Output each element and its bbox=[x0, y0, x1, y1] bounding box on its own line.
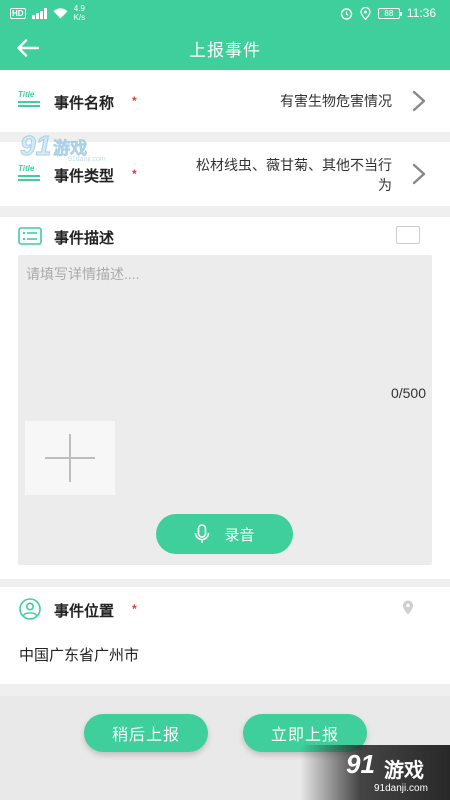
keyboard-icon[interactable] bbox=[396, 226, 420, 244]
signal-icon bbox=[31, 7, 47, 19]
location-status-icon bbox=[360, 6, 371, 20]
title-icon-text: Title bbox=[18, 90, 35, 99]
record-label: 录音 bbox=[224, 526, 255, 544]
watermark-url: 91danji.com bbox=[68, 156, 106, 163]
status-left: HD 4.9 K/s bbox=[10, 4, 85, 22]
description-card: 事件描述 0/500 录音 bbox=[0, 217, 450, 579]
watermark-name: 游戏 bbox=[384, 760, 424, 782]
watermark-number: 91 bbox=[346, 749, 375, 779]
back-arrow-icon bbox=[17, 39, 39, 57]
event-type-label: 事件类型 bbox=[54, 168, 115, 185]
event-name-value: 有害生物危害情况 bbox=[280, 93, 392, 109]
title-icon-text: Title bbox=[18, 164, 35, 173]
page-title: 上报事件 bbox=[189, 40, 261, 60]
net-speed-unit: K/s bbox=[73, 13, 86, 22]
app-bar: 上报事件 bbox=[0, 26, 450, 70]
map-pin-icon[interactable] bbox=[402, 600, 414, 615]
add-photo-button[interactable] bbox=[25, 421, 115, 495]
watermark-name: 游戏 bbox=[53, 138, 88, 158]
watermark-url: 91danji.com bbox=[374, 783, 428, 794]
location-label: 事件位置 bbox=[54, 603, 115, 620]
wifi-icon bbox=[53, 7, 68, 18]
list-icon bbox=[18, 227, 42, 245]
required-mark: * bbox=[132, 602, 137, 616]
watermark-number: 91 bbox=[19, 130, 52, 162]
title-doc-icon: Title bbox=[18, 164, 42, 184]
location-value: 中国广东省广州市 bbox=[19, 647, 140, 664]
alarm-icon bbox=[340, 7, 353, 20]
battery-icon: 88 bbox=[377, 7, 402, 19]
hd-badge: HD bbox=[10, 7, 26, 19]
back-button[interactable] bbox=[14, 34, 42, 62]
char-counter: 0/500 bbox=[390, 385, 426, 401]
record-button[interactable]: 录音 bbox=[156, 514, 293, 554]
event-type-value-line2: 为 bbox=[378, 177, 392, 193]
event-name-label: 事件名称 bbox=[54, 95, 115, 112]
location-card: 事件位置 * 中国广东省广州市 bbox=[0, 587, 450, 684]
net-speed: 4.9 K/s bbox=[74, 4, 86, 22]
chevron-right-icon bbox=[412, 163, 426, 185]
watermark-logo: 91 游戏 91danji.com bbox=[19, 130, 105, 164]
event-type-value: 松材线虫、薇甘菊、其他不当行 为 bbox=[196, 155, 392, 195]
clock: 11:36 bbox=[406, 6, 436, 20]
net-speed-value: 4.9 bbox=[73, 4, 85, 13]
required-mark: * bbox=[132, 94, 137, 108]
required-mark: * bbox=[132, 167, 137, 181]
status-bar: HD 4.9 K/s 88 11:36 bbox=[0, 0, 450, 26]
watermark-overlay: 91 游戏 91danji.com bbox=[300, 745, 450, 800]
status-right: 88 11:36 bbox=[340, 6, 436, 20]
event-type-value-line1: 松材线虫、薇甘菊、其他不当行 bbox=[196, 157, 392, 173]
person-pin-icon bbox=[19, 598, 41, 620]
chevron-right-icon bbox=[412, 90, 426, 112]
description-label: 事件描述 bbox=[54, 230, 115, 247]
microphone-icon bbox=[195, 524, 210, 543]
title-doc-icon: Title bbox=[18, 90, 42, 110]
event-name-row[interactable]: Title 事件名称 * 有害生物危害情况 bbox=[0, 70, 450, 132]
report-later-button[interactable]: 稍后上报 bbox=[84, 714, 208, 752]
